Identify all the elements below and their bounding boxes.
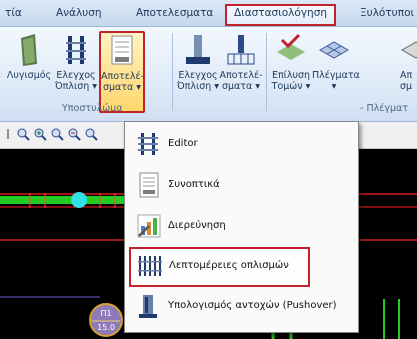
footing-results-label-1: Αποτελέ- bbox=[219, 70, 263, 81]
footing-check-label-1: Ελεγχος bbox=[178, 70, 218, 81]
menu-item-investigation-label: Διερεύνηση bbox=[168, 220, 226, 231]
menu-item-summary[interactable]: Συνοπτικά bbox=[128, 167, 353, 203]
node-label: Π1 bbox=[100, 309, 111, 318]
menu-item-editor-label: Editor bbox=[168, 138, 198, 149]
document-icon bbox=[139, 172, 159, 198]
group-title-meshes: - Πλέγματ bbox=[360, 103, 408, 114]
section-solve-label-2: Τομών ▾ bbox=[271, 81, 311, 92]
footing-results-button[interactable]: Αποτελέ- σματα ▾ bbox=[219, 32, 263, 92]
footing-check-button[interactable]: Ελεγχος Όπλιση ▾ bbox=[176, 32, 220, 92]
zoom-window-icon[interactable] bbox=[50, 127, 64, 141]
tab-analysis[interactable]: Ανάλυση bbox=[56, 7, 102, 19]
slab-results-label-2: σμ bbox=[400, 81, 413, 92]
ribbon: Λυγισμός Ελεγχος Όπλιση ▾ Αποτελέ- σματα… bbox=[0, 27, 417, 122]
ribbon-separator bbox=[266, 33, 267, 111]
buckling-button[interactable]: Λυγισμός bbox=[4, 32, 54, 81]
zoom-extents-icon[interactable] bbox=[84, 127, 98, 141]
column-results-button[interactable]: Αποτελέ- σματα ▾ bbox=[99, 31, 145, 113]
column-reinforcement-icon bbox=[66, 36, 86, 64]
tab-partial[interactable]: τία bbox=[5, 7, 22, 19]
pushover-icon bbox=[139, 295, 157, 318]
node-value: 15.0 bbox=[97, 323, 115, 332]
ribbon-separator bbox=[172, 33, 173, 111]
rebar-cage-icon bbox=[138, 133, 158, 155]
footing-check-label-2: Όπλιση ▾ bbox=[176, 81, 220, 92]
buckling-label: Λυγισμός bbox=[6, 70, 52, 81]
section-solve-button[interactable]: Επίλυση Τομών ▾ bbox=[270, 32, 312, 92]
menu-item-reinforcement-details-label: Λεπτομέρειες οπλισμών bbox=[169, 260, 289, 271]
column-results-label-2: σματα ▾ bbox=[102, 82, 142, 93]
slab-check-icon bbox=[277, 33, 305, 60]
mesh-icon bbox=[318, 41, 350, 59]
reinforcement-details-icon bbox=[138, 256, 162, 276]
menu-item-summary-label: Συνοπτικά bbox=[168, 179, 220, 190]
tab-results[interactable]: Αποτελεσματα bbox=[136, 7, 213, 19]
menu-bar: τία Ανάλυση Αποτελεσματα Διαστασιολόγηση… bbox=[0, 0, 417, 27]
meshes-button[interactable]: Πλέγματα ▾ bbox=[312, 32, 360, 92]
slab-results-button[interactable]: Απ σμ bbox=[400, 32, 417, 92]
meshes-label-1: Πλέγματα bbox=[312, 70, 360, 81]
tab-design[interactable]: Διαστασιολόγηση bbox=[225, 4, 337, 26]
menu-item-pushover[interactable]: Υπολογισμός αντοχών (Pushover) bbox=[128, 288, 353, 324]
toolbar-grip-icon bbox=[7, 129, 9, 139]
menu-item-reinforcement-details[interactable]: Λεπτομέρειες οπλισμών bbox=[129, 247, 310, 287]
zoom-out-icon[interactable] bbox=[67, 127, 81, 141]
menu-item-pushover-label: Υπολογισμός αντοχών (Pushover) bbox=[168, 300, 337, 311]
zoom-icon[interactable] bbox=[16, 127, 30, 141]
column-check-label-2: Όπλιση ▾ bbox=[54, 81, 98, 92]
section-solve-label-1: Επίλυση bbox=[271, 70, 311, 81]
footing-grid-icon bbox=[227, 35, 255, 65]
column-results-label-1: Αποτελέ- bbox=[101, 71, 145, 82]
footing-results-label-2: σματα ▾ bbox=[221, 81, 261, 92]
meshes-label-2: ▾ bbox=[331, 81, 337, 92]
document-icon bbox=[111, 35, 133, 65]
slab-results-label-1: Απ bbox=[400, 70, 413, 81]
results-dropdown-menu: Editor Συνοπτικά Διερεύνηση Λεπτομέρειες… bbox=[124, 121, 359, 333]
menu-item-editor[interactable]: Editor bbox=[128, 126, 353, 162]
column-check-button[interactable]: Ελεγχος Όπλιση ▾ bbox=[54, 32, 98, 92]
chart-magnifier-icon bbox=[137, 214, 161, 238]
column-check-label-1: Ελεγχος bbox=[56, 70, 96, 81]
slab-results-icon bbox=[400, 41, 417, 59]
buckling-icon bbox=[21, 34, 37, 66]
footing-reinforcement-icon bbox=[186, 35, 210, 64]
tab-formwork[interactable]: Ξυλότυποι bbox=[360, 7, 414, 19]
group-title-columns: Υποστυλώμα bbox=[62, 103, 123, 114]
menu-item-investigation[interactable]: Διερεύνηση bbox=[128, 208, 353, 244]
zoom-in-icon[interactable] bbox=[33, 127, 47, 141]
